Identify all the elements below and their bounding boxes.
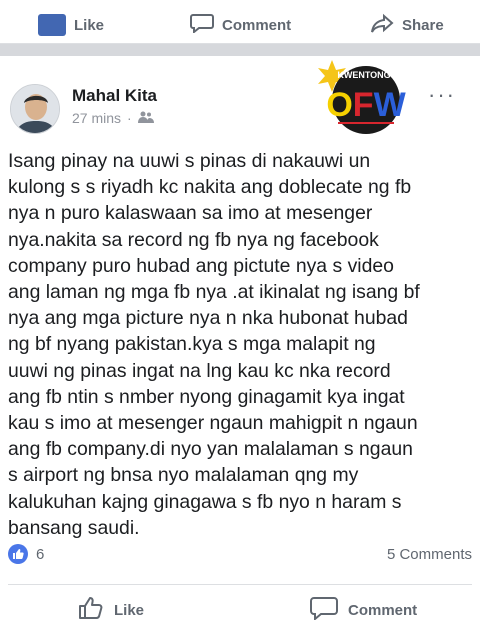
prev-like-label: Like — [74, 16, 105, 34]
comment-label: Comment — [348, 601, 418, 619]
prev-comment-button[interactable]: Comment — [190, 14, 291, 36]
post-timestamp[interactable]: 27 mins — [72, 110, 121, 126]
post-options-button[interactable]: ··· — [428, 82, 456, 108]
share-icon — [370, 13, 394, 37]
like-button[interactable]: Like — [78, 596, 144, 624]
svg-text:OFW: OFW — [326, 86, 406, 124]
post-body-text: Isang pinay na uuwi s pinas di nakauwi u… — [8, 150, 420, 539]
thumbs-up-icon — [78, 596, 104, 624]
prev-share-label: Share — [402, 16, 444, 34]
feed-separator — [0, 44, 480, 56]
thumbs-up-icon — [38, 14, 66, 36]
like-label: Like — [114, 601, 145, 619]
author-name[interactable]: Mahal Kita — [72, 86, 157, 106]
svg-text:KWENTONG: KWENTONG — [337, 70, 390, 80]
action-divider — [8, 584, 472, 585]
reaction-count: 6 — [36, 545, 45, 563]
reaction-summary[interactable]: 6 — [8, 544, 44, 564]
avatar[interactable] — [10, 84, 60, 134]
friends-icon — [137, 110, 154, 126]
comment-icon — [310, 596, 338, 624]
comments-count-link[interactable]: 5 Comments — [387, 546, 472, 563]
prev-like-button[interactable]: Like — [38, 14, 104, 36]
comment-button[interactable]: Comment — [310, 596, 417, 624]
prev-share-button[interactable]: Share — [370, 13, 444, 37]
post-meta: 27 mins · — [72, 110, 154, 126]
previous-post-action-bar: Like Comment Share — [0, 0, 480, 44]
like-reaction-icon — [8, 544, 28, 564]
meta-separator: · — [127, 110, 132, 126]
kwentong-ofw-logo: KWENTONG OFW — [312, 56, 412, 136]
post-card: Mahal Kita 27 mins · KWENTONG OFW ··· Is… — [0, 56, 480, 640]
prev-comment-label: Comment — [222, 16, 292, 34]
comment-icon — [190, 13, 214, 37]
post-action-bar: Like Comment — [0, 592, 480, 632]
